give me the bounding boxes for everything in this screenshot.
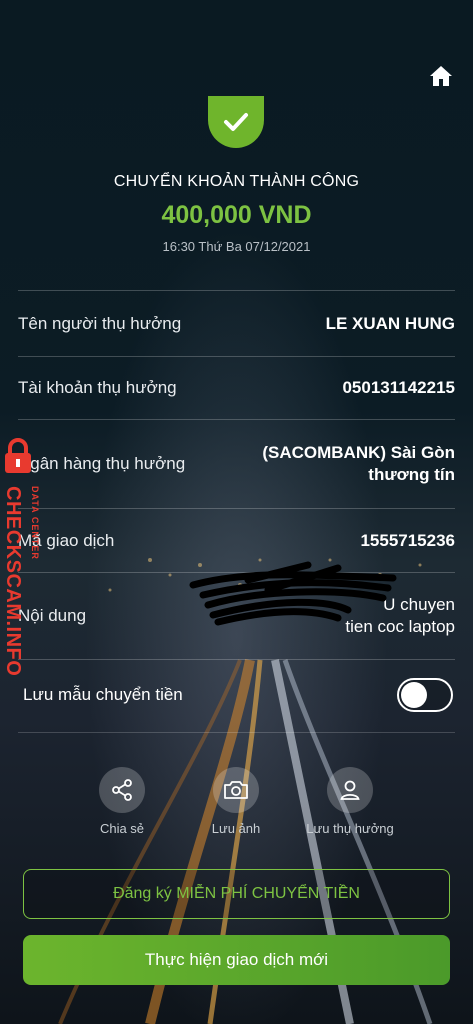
camera-icon-circle bbox=[213, 767, 259, 813]
check-icon bbox=[224, 113, 248, 131]
save-image-label: Lưu ảnh bbox=[211, 821, 261, 836]
save-template-toggle[interactable] bbox=[397, 678, 453, 712]
register-free-transfer-button[interactable]: Đăng ký MIỄN PHÍ CHUYỂN TIỀN bbox=[23, 869, 450, 919]
action-bar: Chia sẻ Lưu ảnh Lưu thụ hưởng bbox=[0, 767, 473, 847]
detail-value: LE XUAN HUNG bbox=[325, 313, 455, 333]
detail-value: 050131142215 bbox=[342, 378, 455, 397]
save-image-button[interactable]: Lưu ảnh bbox=[181, 767, 291, 836]
save-template-row: Lưu mẫu chuyển tiền bbox=[18, 658, 455, 733]
detail-label: Tài khoản thụ hưởng bbox=[18, 378, 177, 397]
redaction-scribble bbox=[189, 561, 397, 626]
user-icon bbox=[340, 780, 360, 800]
save-beneficiary-button[interactable]: Lưu thụ hưởng bbox=[295, 767, 405, 836]
home-icon[interactable] bbox=[429, 64, 453, 88]
share-icon-circle bbox=[99, 767, 145, 813]
new-transaction-button[interactable]: Thực hiện giao dịch mới bbox=[23, 935, 450, 985]
watermark-sub: DATA CENTER bbox=[30, 486, 40, 560]
watermark-brand: CHECKSCAM.INFO bbox=[2, 486, 24, 677]
detail-value-line: thương tín bbox=[368, 465, 455, 484]
save-beneficiary-label: Lưu thụ hưởng bbox=[306, 821, 394, 836]
transfer-datetime: 16:30 Thứ Ba 07/12/2021 bbox=[162, 239, 311, 254]
status-title: CHUYỂN KHOẢN THÀNH CÔNG bbox=[113, 173, 360, 190]
detail-value-line: (SACOMBANK) Sài Gòn bbox=[262, 443, 455, 462]
lock-icon bbox=[5, 438, 31, 473]
detail-row-beneficiary-account: Tài khoản thụ hưởng 050131142215 bbox=[18, 356, 455, 419]
detail-label: Tên người thụ hưởng bbox=[18, 313, 182, 333]
detail-value: (SACOMBANK) Sài Gòn thương tín bbox=[262, 442, 455, 486]
user-icon-circle bbox=[327, 767, 373, 813]
share-label: Chia sẻ bbox=[99, 821, 145, 836]
camera-icon bbox=[224, 781, 248, 799]
share-icon bbox=[112, 779, 132, 801]
detail-row-beneficiary-name: Tên người thụ hưởng LE XUAN HUNG bbox=[18, 290, 455, 356]
save-template-label: Lưu mẫu chuyển tiền bbox=[23, 685, 183, 704]
checkscam-watermark: CHECKSCAM.INFO DATA CENTER bbox=[0, 436, 46, 676]
share-button[interactable]: Chia sẻ bbox=[67, 767, 177, 836]
detail-row-beneficiary-bank: Ngân hàng thụ hưởng (SACOMBANK) Sài Gòn … bbox=[18, 419, 455, 508]
detail-value: 1555715236 bbox=[360, 530, 455, 550]
transfer-amount: 400,000 VND bbox=[161, 201, 312, 229]
toggle-knob bbox=[401, 682, 427, 708]
